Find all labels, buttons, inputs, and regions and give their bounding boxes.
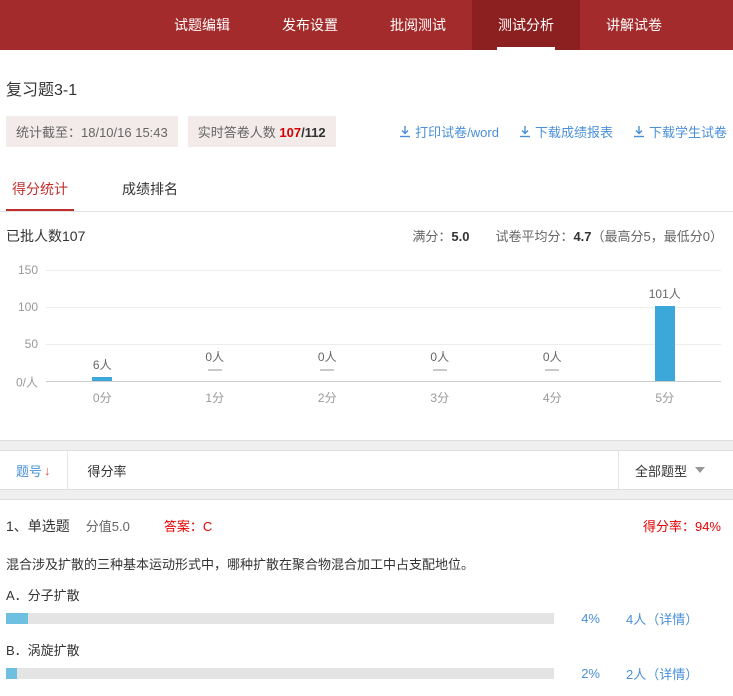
bar-value-label: 0人	[271, 348, 384, 365]
tab-score-statistics[interactable]: 得分统计	[6, 169, 74, 211]
bar-2[interactable]	[320, 369, 334, 371]
download-student-papers-link[interactable]: 下载学生试卷	[633, 122, 727, 141]
tab-score-ranking[interactable]: 成绩排名	[116, 169, 184, 211]
bar-value-label: 101人	[609, 285, 722, 302]
chart-plot-area: 6人 0分 0人 1分 0人 2分 0人 3分 0人 4分	[46, 270, 721, 382]
option-count-details-link[interactable]: 2人（详情）	[626, 664, 698, 683]
full-score-label: 满分：	[412, 229, 451, 244]
download-links: 打印试卷/word 下载成绩报表 下载学生试卷	[379, 122, 727, 141]
avg-score-label: 试卷平均分：	[495, 229, 573, 244]
bar-value-label: 6人	[46, 356, 159, 373]
stats-respondents: 实时答卷人数 107/112	[188, 116, 336, 147]
download-report-label: 下载成绩报表	[535, 122, 613, 141]
option-bar-track	[6, 668, 554, 679]
download-report-link[interactable]: 下载成绩报表	[519, 122, 613, 141]
chart-column: 0人 3分	[384, 270, 497, 381]
respondents-current: 107	[279, 125, 301, 140]
print-paper-link[interactable]: 打印试卷/word	[399, 122, 499, 141]
bar-value-label: 0人	[496, 348, 609, 365]
x-tick-label: 4分	[496, 381, 609, 406]
chart-column: 0人 4分	[496, 270, 609, 381]
avg-score-note: （最高分5，最低分0）	[592, 229, 723, 244]
option-percent: 2%	[554, 666, 600, 681]
option-count-details-link[interactable]: 4人（详情）	[626, 609, 698, 628]
nav-tab-explain-paper[interactable]: 讲解试卷	[580, 0, 688, 50]
option-percent: 4%	[554, 611, 600, 626]
full-score-value: 5.0	[451, 229, 469, 244]
nav-tab-test-analysis[interactable]: 测试分析	[472, 0, 580, 50]
page-title: 复习题3-1	[6, 76, 733, 100]
option-label: B．涡旋扩散	[6, 640, 733, 659]
question-answer: 答案：C	[164, 516, 212, 535]
nav-tab-review-test[interactable]: 批阅测试	[364, 0, 472, 50]
x-tick-label: 5分	[609, 381, 722, 406]
bar-5[interactable]	[655, 306, 675, 381]
bar-value-label: 0人	[159, 348, 272, 365]
nav-tab-question-edit[interactable]: 试题编辑	[148, 0, 256, 50]
stats-row: 统计截至：18/10/16 15:43 实时答卷人数 107/112 打印试卷/…	[6, 116, 727, 147]
question-header: 1、单选题 分值5.0 答案：C 得分率：94%	[6, 516, 733, 536]
question-number-label: 题号	[16, 461, 42, 480]
question-points: 分值5.0	[86, 516, 130, 535]
option-row: B．涡旋扩散 2% 2人（详情）	[6, 640, 733, 683]
chart-column: 101人 5分	[609, 270, 722, 381]
question-block: 1、单选题 分值5.0 答案：C 得分率：94% 混合涉及扩散的三种基本运动形式…	[0, 500, 733, 696]
option-bar-fill	[6, 613, 28, 624]
option-bar-fill	[6, 668, 17, 679]
y-tick-150: 150	[6, 263, 38, 277]
graded-count: 已批人数107	[6, 226, 85, 246]
option-bar-row: 2% 2人（详情）	[6, 664, 733, 683]
option-label: A．分子扩散	[6, 585, 733, 604]
question-number-type: 1、单选题	[6, 516, 70, 536]
y-tick-100: 100	[6, 300, 38, 314]
chart-column: 0人 2分	[271, 270, 384, 381]
question-type-dropdown[interactable]: 全部题型	[618, 451, 733, 489]
chart-column: 0人 1分	[159, 270, 272, 381]
chart-column: 6人 0分	[46, 270, 159, 381]
question-text: 混合涉及扩散的三种基本运动形式中，哪种扩散在聚合物混合加工中占支配地位。	[6, 554, 733, 573]
option-bar-row: 4% 4人（详情）	[6, 609, 733, 628]
respondents-label: 实时答卷人数	[198, 125, 280, 140]
x-tick-label: 1分	[159, 381, 272, 406]
analysis-subtabs: 得分统计 成绩排名	[0, 169, 733, 212]
respondents-total: /112	[301, 125, 326, 140]
avg-score-value: 4.7	[573, 229, 591, 244]
question-score-rate: 得分率：94%	[643, 516, 721, 535]
question-type-value: 全部题型	[635, 461, 687, 480]
bar-4[interactable]	[545, 369, 559, 371]
download-icon	[519, 126, 531, 138]
score-summary: 满分：5.0 试卷平均分：4.7（最高分5，最低分0）	[412, 226, 723, 245]
bar-1[interactable]	[208, 369, 222, 371]
y-tick-50: 50	[6, 337, 38, 351]
bar-value-label: 0人	[384, 348, 497, 365]
top-navigation: 试题编辑 发布设置 批阅测试 测试分析 讲解试卷	[0, 0, 733, 50]
download-icon	[399, 126, 411, 138]
x-tick-label: 0分	[46, 381, 159, 406]
option-bar-track	[6, 613, 554, 624]
stats-deadline: 统计截至：18/10/16 15:43	[6, 116, 178, 147]
x-tick-label: 3分	[384, 381, 497, 406]
y-tick-0: 0/人	[6, 374, 38, 391]
sort-by-question-number[interactable]: 题号 ↓	[0, 451, 68, 489]
nav-tab-publish-settings[interactable]: 发布设置	[256, 0, 364, 50]
option-row: A．分子扩散 4% 4人（详情）	[6, 585, 733, 628]
chart-columns: 6人 0分 0人 1分 0人 2分 0人 3分 0人 4分	[46, 270, 721, 381]
section-divider	[0, 489, 733, 500]
summary-row: 已批人数107 满分：5.0 试卷平均分：4.7（最高分5，最低分0）	[0, 212, 733, 250]
score-rate-column-label: 得分率	[68, 461, 127, 480]
download-icon	[633, 126, 645, 138]
score-distribution-chart: 150 100 50 0/人 6人 0分 0人 1分 0人 2分	[6, 262, 727, 420]
x-tick-label: 2分	[271, 381, 384, 406]
chevron-down-icon	[695, 467, 705, 473]
question-filter-bar: 题号 ↓ 得分率 全部题型	[0, 451, 733, 489]
print-paper-label: 打印试卷/word	[415, 122, 499, 141]
bar-3[interactable]	[433, 369, 447, 371]
section-divider	[0, 440, 733, 451]
sort-descending-icon: ↓	[44, 463, 51, 478]
download-student-papers-label: 下载学生试卷	[649, 122, 727, 141]
